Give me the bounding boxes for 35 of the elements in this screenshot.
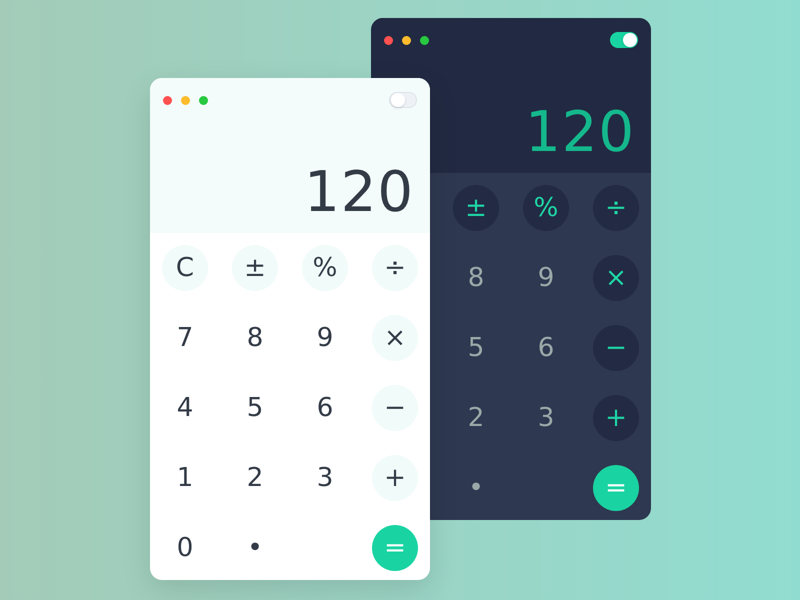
operator-key[interactable]: ÷ xyxy=(372,245,418,291)
digit-key[interactable]: 3 xyxy=(523,395,569,441)
operator-key[interactable]: + xyxy=(593,395,639,441)
function-key[interactable]: % xyxy=(523,185,569,231)
digit-key[interactable]: 9 xyxy=(523,255,569,301)
digit-key[interactable]: 5 xyxy=(453,325,499,371)
digit-key[interactable]: 7 xyxy=(162,315,208,361)
digit-key[interactable]: 9 xyxy=(302,315,348,361)
display-value: 120 xyxy=(304,165,414,221)
digit-key[interactable]: 6 xyxy=(302,385,348,431)
digit-key[interactable]: 3 xyxy=(302,455,348,501)
theme-toggle[interactable] xyxy=(389,92,417,108)
digit-key[interactable]: 8 xyxy=(232,315,278,361)
digit-key[interactable]: • xyxy=(232,525,278,571)
digit-key[interactable]: 1 xyxy=(162,455,208,501)
digit-key[interactable]: 8 xyxy=(453,255,499,301)
operator-key[interactable]: − xyxy=(593,325,639,371)
digit-key[interactable]: • xyxy=(453,465,499,511)
digit-key[interactable]: 2 xyxy=(453,395,499,441)
operator-key[interactable]: × xyxy=(593,255,639,301)
operator-key[interactable]: − xyxy=(372,385,418,431)
digit-key[interactable]: 0 xyxy=(162,525,208,571)
operator-key[interactable]: + xyxy=(372,455,418,501)
operator-key[interactable]: × xyxy=(372,315,418,361)
function-key[interactable]: % xyxy=(302,245,348,291)
operator-key[interactable]: ÷ xyxy=(593,185,639,231)
theme-toggle[interactable] xyxy=(610,32,638,48)
function-key[interactable]: C xyxy=(162,245,208,291)
digit-key[interactable]: 6 xyxy=(523,325,569,371)
digit-key[interactable]: 5 xyxy=(232,385,278,431)
function-key[interactable]: ± xyxy=(453,185,499,231)
display-value: 120 xyxy=(525,105,635,161)
digit-key[interactable]: 4 xyxy=(162,385,208,431)
digit-key[interactable]: 2 xyxy=(232,455,278,501)
function-key[interactable]: ± xyxy=(232,245,278,291)
